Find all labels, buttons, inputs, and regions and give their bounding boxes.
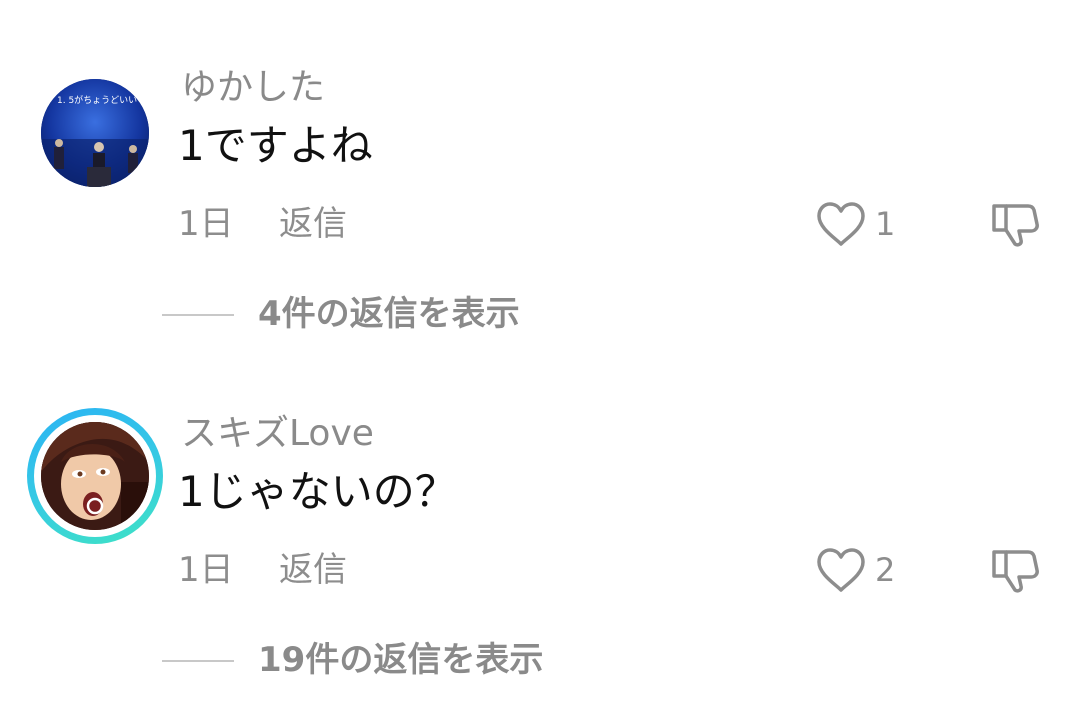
like-button[interactable]: 2 [815,546,915,596]
divider [162,314,234,316]
dislike-button[interactable] [988,198,1042,256]
dislike-button[interactable] [988,544,1042,602]
divider [162,660,234,662]
comment-item: スキズLove 1じゃないの？ 1日 返信 2 19件の返信を表示 [0,346,1080,686]
comment-text: 1じゃないの？ [178,467,457,516]
timestamp: 1日 [178,550,234,590]
avatar-image: 1. 5がちょうどいい [41,79,149,187]
thumbs-down-outline-icon [992,204,1039,247]
username[interactable]: ゆかした [181,66,325,110]
view-replies-label: 19件の返信を表示 [258,640,544,680]
thumbs-down-outline-icon [992,550,1039,593]
timestamp: 1日 [178,204,234,244]
avatar-image [41,422,149,530]
comment-item: 1. 5がちょうどいい ゆかした 1ですよね 1日 返信 1 4件の返信を表示 [0,0,1080,340]
comment-text: 1ですよね [178,121,373,170]
like-button[interactable]: 1 [815,200,915,250]
username[interactable]: スキズLove [181,412,374,456]
reply-button[interactable]: 返信 [279,202,347,246]
comment-list: 1. 5がちょうどいい ゆかした 1ですよね 1日 返信 1 4件の返信を表示 … [0,0,1080,708]
like-count: 1 [875,205,896,243]
view-replies-label: 4件の返信を表示 [258,294,520,334]
avatar[interactable]: 1. 5がちょうどいい [41,79,149,187]
avatar-caption: 1. 5がちょうどいい [57,94,137,106]
avatar [41,422,149,530]
heart-outline-icon [817,202,865,246]
reply-button[interactable]: 返信 [279,548,347,592]
avatar-story-ring[interactable] [27,408,163,544]
like-count: 2 [875,551,896,589]
heart-outline-icon [817,548,865,592]
